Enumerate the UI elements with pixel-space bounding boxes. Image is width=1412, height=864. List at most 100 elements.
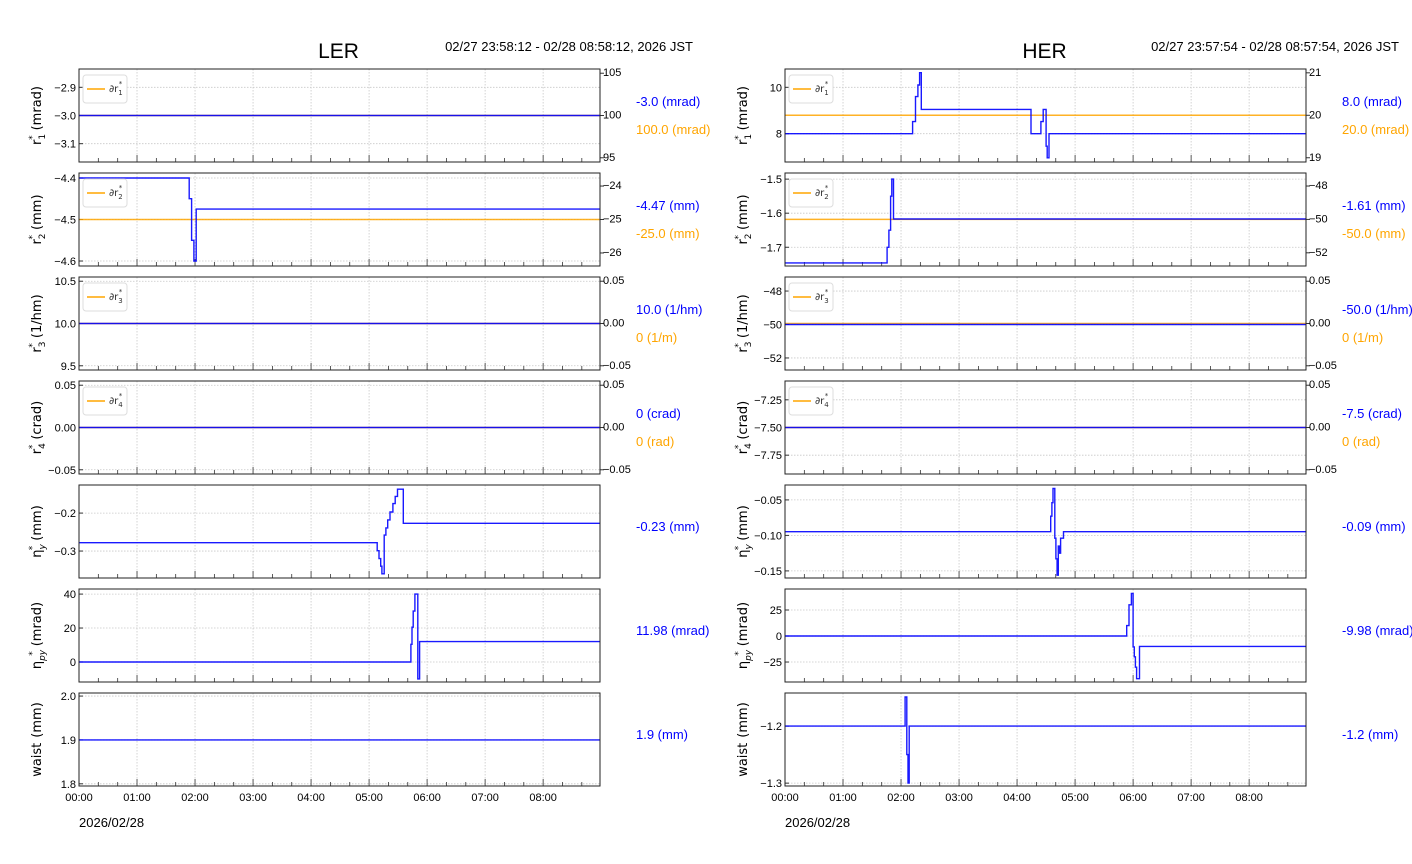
- legend: ∂r3*: [82, 282, 128, 312]
- y-axis-label: ηpy* (mrad): [734, 602, 754, 669]
- y-tick-label: −3.1: [54, 139, 76, 151]
- legend-subscript: 4: [118, 401, 123, 409]
- plot-frame: [784, 692, 1307, 787]
- current-value-readout: 0 (crad): [636, 406, 681, 421]
- value-series-line: [79, 488, 600, 575]
- y-label-superscript: *: [28, 135, 38, 140]
- legend-superscript: *: [825, 288, 829, 296]
- y-tick-label: 10.0: [55, 319, 76, 331]
- legend: ∂r1*: [788, 74, 834, 104]
- y2-tick-label: −50: [1309, 213, 1328, 225]
- panel-7: 1.8 1.9 2.0 waist (mm) 1.9 (mm) 00:00 01:00 02:0…: [30, 691, 688, 804]
- x-tick-label: 01:00: [829, 792, 857, 804]
- legend-superscript: *: [119, 184, 123, 192]
- legend-superscript: *: [825, 80, 829, 88]
- y2-tick-label: 20: [1309, 109, 1321, 121]
- current-value-readout: -1.61 (mm): [1342, 198, 1406, 213]
- y-tick-label: −4.5: [54, 215, 76, 227]
- legend-subscript: 3: [118, 297, 122, 305]
- y-label-symbol: η: [736, 661, 751, 669]
- y-tick-label: 40: [64, 589, 76, 601]
- y-axis-label: ηpy* (mrad): [28, 602, 48, 669]
- y-tick-label: 2.0: [61, 691, 76, 703]
- legend-subscript: 3: [824, 297, 828, 305]
- y2-tick-label: −24: [603, 180, 622, 192]
- current-value-readout: -0.09 (mm): [1342, 519, 1406, 534]
- y-tick-label: −0.2: [54, 508, 76, 520]
- y-axis-label: r4*(crad): [734, 401, 754, 454]
- x-tick-label: 07:00: [1177, 792, 1205, 804]
- y2-tick-label: 95: [603, 152, 615, 164]
- y-axis-label: r3*(1/hm): [28, 294, 48, 352]
- legend-superscript: *: [119, 80, 123, 88]
- y-label-symbol: waist: [736, 743, 751, 777]
- current-value-readout: -3.0 (mrad): [636, 94, 700, 109]
- legend-superscript: *: [825, 392, 829, 400]
- y2-tick-label: 0.05: [1309, 275, 1330, 287]
- y-label-subscript: py: [38, 649, 48, 662]
- x-tick-label: 03:00: [945, 792, 973, 804]
- y-tick-label: −52: [763, 353, 782, 365]
- x-tick-label: 08:00: [529, 792, 557, 804]
- y-axis-label: r1*(mrad): [734, 86, 754, 145]
- chart-title: HER: [1022, 40, 1066, 63]
- y2-tick-label: 0.00: [1309, 318, 1330, 330]
- current-value-readout: -0.23 (mm): [636, 519, 700, 534]
- y-axis-label: ηy*(mm): [28, 505, 48, 558]
- y2-tick-label: 19: [1309, 152, 1321, 164]
- y2-tick-label: 0.05: [1309, 379, 1330, 391]
- y-label-unit: (mrad): [30, 602, 45, 646]
- y-label-unit: (crad): [736, 401, 751, 440]
- y-tick-label: −48: [763, 286, 782, 298]
- current-value-readout: -9.98 (mrad): [1342, 623, 1412, 638]
- panel-6: 0 20 40 ηpy* (mrad) 11.98 (mrad): [28, 588, 709, 683]
- y-axis-label: r2*(mm): [734, 194, 754, 244]
- value-series-line: [79, 593, 600, 680]
- y-tick-label: 1.8: [61, 779, 76, 791]
- y-label-unit: (mm): [736, 194, 751, 229]
- y-tick-label: 10.5: [55, 276, 76, 288]
- reference-value-readout: 0 (1/m): [1342, 330, 1383, 345]
- panel-4: −7.75−7.50−7.25−0.050.000.05∂r4*r4*(crad…: [734, 379, 1402, 476]
- y2-tick-label: −26: [603, 247, 622, 259]
- date-label: 2026/02/28: [785, 815, 850, 830]
- legend-superscript: *: [825, 184, 829, 192]
- x-tick-label: 00:00: [771, 792, 799, 804]
- y-axis-label: ηy*(mm): [734, 505, 754, 558]
- panel-7: −1.3 −1.2 waist (mm) -1.2 (mm) 00:00 01:00 02:0…: [736, 692, 1398, 804]
- panel-1: −3.1−3.0−2.995100105∂r1*r1*(mrad) -3.0 (m…: [28, 67, 710, 164]
- y-tick-label: −50: [763, 320, 782, 332]
- y-tick-label: −7.50: [754, 423, 782, 435]
- ler-chart: LER 02/27 23:58:12 - 02/28 08:58:12, 2026…: [28, 39, 710, 830]
- x-tick-label: 04:00: [297, 792, 325, 804]
- y-label-unit: (mm): [30, 505, 45, 540]
- y2-tick-label: 0.05: [603, 275, 624, 287]
- y-tick-label: −2.9: [54, 82, 76, 94]
- current-value-readout: -4.47 (mm): [636, 198, 700, 213]
- time-range-label: 02/27 23:57:54 - 02/28 08:57:54, 2026 JS…: [1151, 39, 1399, 54]
- y-label-unit: (crad): [30, 401, 45, 440]
- legend: ∂r3*: [788, 282, 834, 312]
- x-tick-label: 06:00: [1119, 792, 1147, 804]
- legend: ∂r4*: [82, 386, 128, 416]
- legend-subscript: 2: [824, 193, 828, 201]
- current-value-readout: -7.5 (crad): [1342, 406, 1402, 421]
- y-label-unit: (mrad): [736, 86, 751, 130]
- panel-4: −0.050.000.05−0.050.000.05∂r4*r4*(crad) 0…: [28, 379, 681, 477]
- value-series-line: [785, 178, 1306, 264]
- y-label-subscript: 3: [744, 342, 754, 348]
- y-label-unit: (1/hm): [30, 294, 45, 338]
- y-label-subscript: 1: [38, 134, 48, 140]
- value-series-line: [785, 487, 1306, 576]
- y2-tick-label: −52: [1309, 247, 1328, 259]
- panel-2: −4.6−4.5−4.4−26−25−24∂r2*r2*(mm) -4.47 (m…: [28, 172, 700, 268]
- y2-tick-label: 105: [603, 67, 621, 79]
- y-axis-label: waist (mm): [30, 702, 45, 777]
- y-label-symbol: η: [30, 661, 45, 669]
- y-tick-label: 25: [770, 605, 782, 617]
- y-label-unit: (1/hm): [736, 294, 751, 338]
- y-tick-label: −7.75: [754, 450, 782, 462]
- x-tick-label: 07:00: [471, 792, 499, 804]
- y-tick-label: 0: [70, 657, 76, 669]
- plot-frame: [78, 484, 601, 579]
